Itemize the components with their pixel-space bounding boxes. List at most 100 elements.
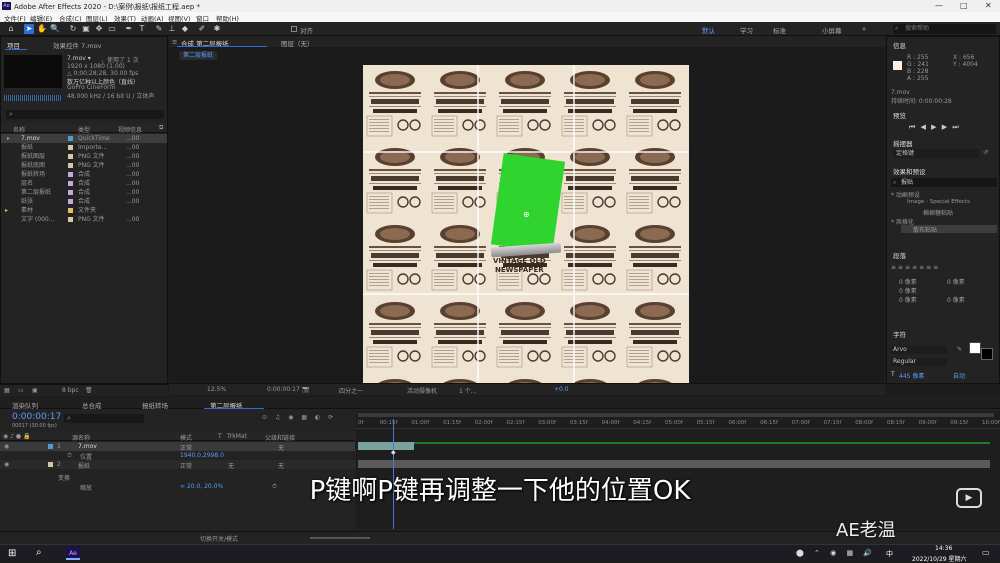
leading-value[interactable]: 自动	[953, 371, 965, 380]
column-t[interactable]: T	[218, 433, 222, 440]
indent-first[interactable]: 0 像素	[899, 286, 917, 295]
list-item[interactable]: 报纸转场 合成 ...00	[1, 170, 167, 179]
list-item[interactable]: ▸ 素材 文件夹	[1, 206, 167, 215]
layer-bar-2[interactable]	[358, 460, 990, 468]
views-dropdown[interactable]: 1 个...	[459, 386, 476, 395]
zoom-slider[interactable]	[310, 537, 370, 539]
tab-preview[interactable]: 预览	[893, 110, 906, 120]
search-icon[interactable]: ⌕	[36, 547, 42, 558]
brush-tool-icon[interactable]: ✎	[154, 24, 164, 34]
list-item[interactable]: 报纸底图 PNG 文件 ...00	[1, 161, 167, 170]
new-comp-icon[interactable]: ▣	[32, 387, 38, 394]
rotate-tool-icon[interactable]: ↻	[68, 24, 78, 34]
timecode-display[interactable]: 0:00:00:17	[267, 386, 300, 393]
layer-name[interactable]: 报纸	[78, 461, 90, 470]
workspace-standard[interactable]: 标准	[773, 25, 786, 35]
position-value[interactable]: 1940.0,2998.0	[180, 452, 224, 459]
comp-canvas[interactable]: VINTAGE OLD NEWSPAPER ⊕	[363, 65, 689, 383]
tab-newspaper-transition[interactable]: 报纸转场	[142, 400, 168, 410]
space-after[interactable]: 0 像素	[947, 295, 965, 304]
clone-stamp-tool-icon[interactable]: ⊥	[167, 24, 177, 34]
trash-icon[interactable]: 🗑	[85, 387, 93, 394]
eraser-tool-icon[interactable]: ◆	[180, 24, 190, 34]
clock-time[interactable]: 14:36	[935, 545, 952, 552]
layer-trkmat[interactable]: 无	[228, 461, 234, 470]
tab-wiggler[interactable]: 摇摆器	[893, 138, 913, 148]
workspace-menu-icon[interactable]: »	[862, 25, 866, 33]
visibility-icon[interactable]: ◉	[4, 443, 9, 450]
space-before[interactable]: 0 像素	[899, 295, 917, 304]
eyedropper-icon[interactable]: ✎	[957, 346, 962, 353]
refresh-icon[interactable]: ↺	[983, 149, 988, 156]
next-frame-icon[interactable]: ▶	[942, 123, 947, 131]
effect-item[interactable]: 散布粘贴	[901, 225, 997, 234]
prev-frame-icon[interactable]: ◀	[921, 123, 926, 131]
maximize-icon[interactable]: □	[960, 1, 968, 10]
fill-color-swatch[interactable]	[969, 342, 981, 354]
timeline-switch-icons[interactable]: ⊙ ♫ ◉ ▦ ◐ ⟳	[262, 414, 336, 421]
snap-checkbox[interactable]	[291, 26, 297, 32]
resolution-dropdown[interactable]: 四分之一	[339, 386, 363, 395]
visibility-icon[interactable]: ◉	[4, 461, 9, 468]
snapshot-icon[interactable]: 📷	[302, 386, 309, 393]
magnification-dropdown[interactable]: 12.5%	[207, 386, 226, 393]
column-source-name[interactable]: 源名称	[72, 433, 90, 442]
list-item[interactable]: ▸ 7.mov QuickTime ...00	[1, 134, 167, 143]
ae-taskbar-icon[interactable]: Ae	[66, 547, 80, 560]
minimize-icon[interactable]: —	[935, 1, 943, 10]
list-item[interactable]: 报纸图层 PNG 文件 ...00	[1, 152, 167, 161]
font-family-dropdown[interactable]: Arvo	[891, 346, 947, 354]
panel-menu-icon[interactable]: ≡	[172, 38, 177, 46]
puppet-tool-icon[interactable]: ✱	[212, 24, 222, 34]
indent-left[interactable]: 0 像素	[899, 277, 917, 286]
tab-info[interactable]: 信息	[893, 40, 906, 50]
pan-behind-tool-icon[interactable]: ✥	[94, 24, 104, 34]
preset-folder[interactable]: Image - Special Effects	[907, 199, 970, 205]
work-area-bar[interactable]	[358, 413, 994, 417]
tab-render-queue[interactable]: 渲染队列	[12, 400, 38, 410]
time-ruler[interactable]: 0f 00:15f 01:00f 01:15f 02:00f 02:15f 03:00f 03…	[356, 419, 1000, 429]
stopwatch-icon[interactable]: ⏱	[67, 452, 72, 460]
interpolation-dropdown[interactable]: 定格键	[893, 149, 979, 158]
list-item[interactable]: 第二层报纸 合成 ...00	[1, 188, 167, 197]
list-item[interactable]: 层名 合成 ...00	[1, 179, 167, 188]
column-type[interactable]: 类型	[78, 125, 90, 134]
layer-row[interactable]: ◉ 2 报纸 正常 无 无	[0, 460, 355, 470]
list-item[interactable]: 报纸 Importe... ...00	[1, 143, 167, 152]
tab-character[interactable]: 字符	[893, 329, 906, 339]
bpc-label[interactable]: 8 bpc	[62, 387, 79, 394]
flowchart-icon[interactable]: ⧉	[159, 124, 163, 132]
play-icon[interactable]: ▶	[931, 123, 936, 131]
last-frame-icon[interactable]: ⏭	[952, 123, 958, 131]
paragraph-align-icons[interactable]: ≡≡≡≡≡≡≡	[891, 264, 940, 271]
green-screen-layer[interactable]	[490, 153, 566, 253]
rectangle-tool-icon[interactable]: ▭	[107, 24, 117, 34]
column-trkmat[interactable]: TrkMat	[227, 433, 247, 440]
keyframe-icon[interactable]: ◆	[391, 449, 396, 456]
selection-tool-icon[interactable]: ➤	[24, 24, 34, 34]
font-size-value[interactable]: 445 像素	[899, 371, 924, 380]
workspace-small-screen[interactable]: 小屏幕	[822, 25, 842, 35]
list-item[interactable]: 文字 (000... PNG 文件 ...00	[1, 215, 167, 224]
tab-paragraph[interactable]: 段落	[893, 250, 906, 260]
layer-row[interactable]: ◉ 1 7.mov 正常 无	[0, 442, 355, 452]
toggle-switches-modes[interactable]: 切换开关/模式	[200, 534, 238, 543]
tab-effect-controls[interactable]: 效果控件 7.mov	[53, 40, 101, 50]
ime-indicator[interactable]: 中	[886, 549, 893, 559]
column-name[interactable]: 名称	[13, 125, 25, 134]
project-search-input[interactable]: ⌕	[6, 110, 164, 119]
windows-start-icon[interactable]: ⊞	[8, 548, 16, 559]
tab-master-comp[interactable]: 总合成	[82, 400, 102, 410]
pen-tool-icon[interactable]: ✒	[124, 24, 134, 34]
camera-dropdown[interactable]: 活动摄像机	[407, 386, 437, 395]
animation-presets-folder[interactable]: * 动画预设	[891, 190, 920, 199]
layer-name[interactable]: 7.mov	[78, 443, 97, 450]
font-style-dropdown[interactable]: Regular	[891, 358, 947, 366]
list-item[interactable]: 纸张 合成 ...00	[1, 197, 167, 206]
preset-item[interactable]: 棉棉糖粘贴	[923, 208, 953, 217]
tray-icons[interactable]: ⬤ ⌃ ◉ ▦ 🔊	[796, 549, 876, 557]
close-icon[interactable]: ✕	[985, 1, 992, 10]
comp-breadcrumb[interactable]: 第二层报纸	[179, 51, 218, 60]
layer-mode[interactable]: 正常	[180, 461, 192, 470]
layer-parent[interactable]: 无	[278, 461, 284, 470]
